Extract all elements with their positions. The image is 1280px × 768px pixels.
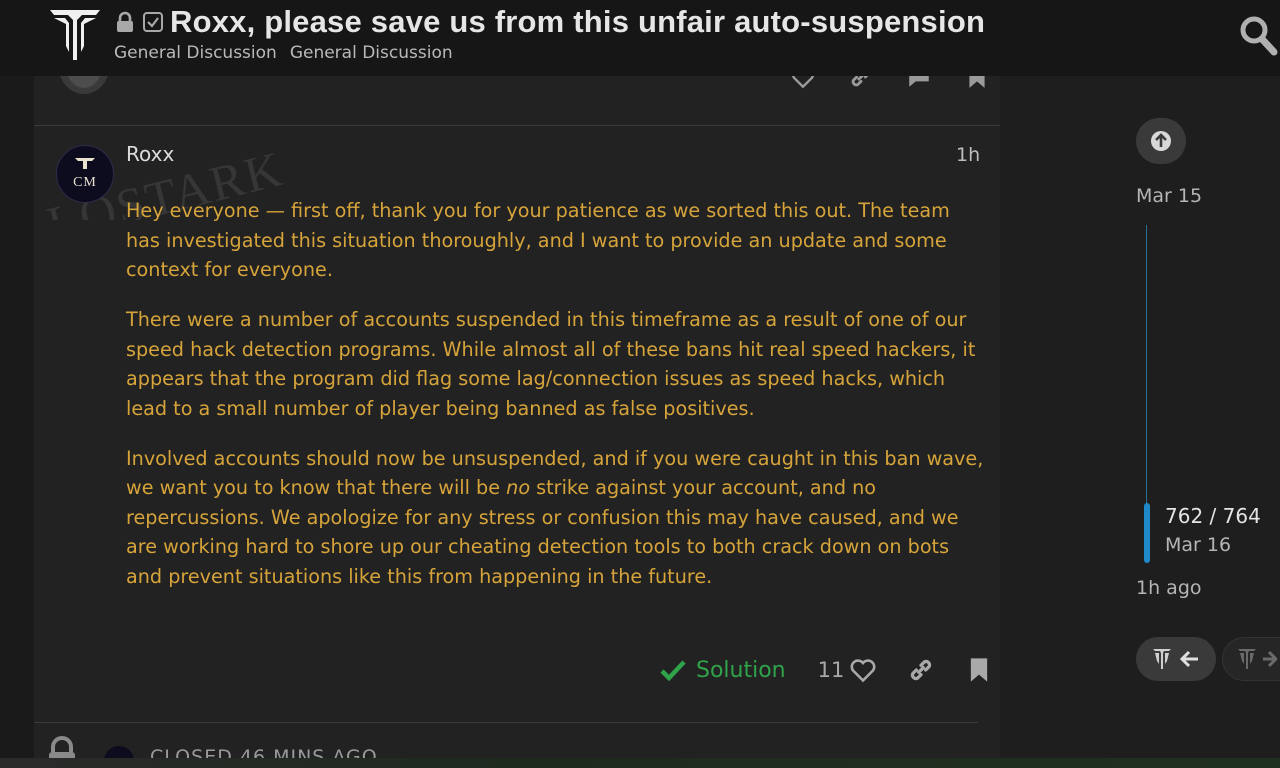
timeline-start-date[interactable]: Mar 15 xyxy=(1136,185,1202,207)
check-icon xyxy=(143,12,163,32)
heart-icon xyxy=(850,659,876,683)
bookmark-icon[interactable] xyxy=(965,656,993,684)
title-row: Roxx, please save us from this unfair au… xyxy=(114,4,985,40)
emphasis-text: no xyxy=(506,476,531,499)
post-username[interactable]: Roxx xyxy=(126,142,174,166)
solution-label: Solution xyxy=(696,657,786,683)
post-body: Hey everyone — first off, thank you for … xyxy=(126,196,988,612)
topic-header: Roxx, please save us from this unfair au… xyxy=(0,0,1280,76)
post-paragraph: There were a number of accounts suspende… xyxy=(126,308,976,420)
next-topic-button[interactable] xyxy=(1222,637,1280,681)
category-link[interactable]: General Discussion xyxy=(290,43,453,63)
timeline-track[interactable] xyxy=(1146,225,1147,505)
category-link[interactable]: General Discussion xyxy=(114,43,277,63)
search-icon[interactable] xyxy=(1238,14,1278,56)
solution-button[interactable]: Solution xyxy=(660,658,786,683)
link-icon[interactable] xyxy=(907,656,935,684)
checkmark-icon xyxy=(660,660,686,681)
lost-ark-logo-icon xyxy=(1153,649,1171,669)
timeline-current-date: Mar 16 xyxy=(1165,534,1232,556)
timeline-last-activity[interactable]: 1h ago xyxy=(1136,577,1202,599)
timeline-handle[interactable] xyxy=(1144,503,1150,563)
bottom-strip xyxy=(0,758,1280,768)
post-paragraph: Involved accounts should now be unsuspen… xyxy=(126,444,988,592)
post-timestamp[interactable]: 1h xyxy=(956,144,980,166)
left-gutter xyxy=(0,0,34,768)
arrow-left-icon xyxy=(1180,650,1198,668)
avatar[interactable]: CM xyxy=(56,145,114,203)
timeline-position: 762 / 764 xyxy=(1165,504,1261,528)
like-button[interactable]: 11 xyxy=(818,656,878,684)
like-count: 11 xyxy=(817,658,845,682)
avatar-monogram: CM xyxy=(73,175,97,190)
post-divider xyxy=(34,125,1000,126)
post-paragraph: Hey everyone — first off, thank you for … xyxy=(126,199,950,281)
category-breadcrumb: General Discussion General Discussion xyxy=(114,43,453,63)
avatar-emblem-icon xyxy=(75,158,95,169)
lost-ark-logo[interactable] xyxy=(46,6,104,64)
topic-title[interactable]: Roxx, please save us from this unfair au… xyxy=(170,4,985,40)
arrow-right-icon xyxy=(1263,650,1277,668)
previous-topic-button[interactable] xyxy=(1136,637,1216,681)
scroll-to-top-button[interactable] xyxy=(1136,118,1186,164)
lock-icon xyxy=(117,11,133,32)
lost-ark-logo-icon xyxy=(1238,649,1256,669)
post-divider xyxy=(34,722,978,723)
arrow-up-circle-icon xyxy=(1151,131,1171,151)
post-actions: Solution 11 xyxy=(660,650,993,690)
